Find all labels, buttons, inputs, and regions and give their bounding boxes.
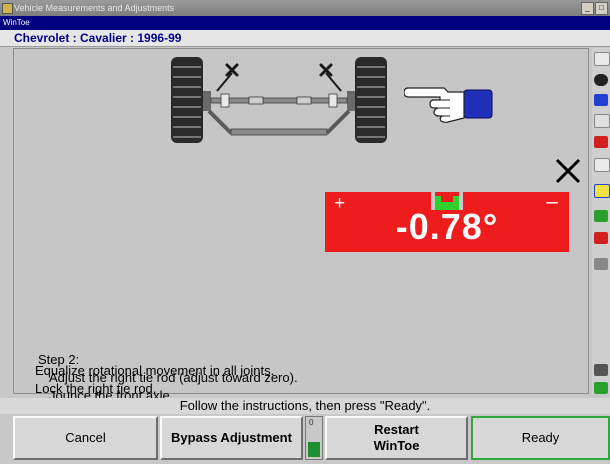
tool-icon[interactable] [594,364,608,376]
restart-wintoe-label: Restart WinToe [373,422,420,453]
maximize-button[interactable]: □ [595,2,608,15]
x-mark-icon [555,158,581,184]
tool-icon[interactable] [594,94,608,106]
tool-icon[interactable] [594,382,608,394]
ready-button[interactable]: Ready [471,416,610,460]
front-axle-diagram-icon [171,57,387,143]
toe-reading-value: -0.78° [395,206,499,247]
cancel-button[interactable]: Cancel [13,416,158,460]
progress-meter: 0 [305,416,323,460]
ready-button-label: Ready [521,430,560,445]
tool-icon[interactable] [594,184,610,198]
tool-icon[interactable] [594,136,608,148]
subwindow-title: WinToe [3,18,30,27]
window-title-bar: Vehicle Measurements and Adjustments _ □ [0,0,610,16]
instruction-panel: + – -0.78° Step 2: Adjust the right tie … [13,48,589,403]
window-controls: _ □ [581,2,608,15]
tool-icon[interactable] [594,158,610,172]
instruction-line: Equalize rotational movement in all join… [35,363,275,378]
minimize-button[interactable]: _ [581,2,594,15]
restart-wintoe-button[interactable]: Restart WinToe [325,416,468,460]
progress-scale-label: 0 [309,418,314,427]
pointing-hand-icon [404,87,493,123]
vehicle-label: Chevrolet : Cavalier : 1996-99 [0,30,610,47]
progress-fill [308,442,320,457]
window-title: Vehicle Measurements and Adjustments [14,3,175,13]
tool-icon[interactable] [594,114,610,128]
tool-icon[interactable] [594,210,608,222]
status-prompt: Follow the instructions, then press "Rea… [0,398,610,414]
bypass-adjustment-button[interactable]: Bypass Adjustment [160,416,303,460]
tool-icon[interactable] [594,232,608,244]
toe-reading-gauge: + – -0.78° [325,191,569,252]
tool-icon[interactable] [594,52,610,66]
instruction-line: Lock the right tie rod. [35,381,157,396]
subwindow-title-bar: WinToe [0,16,610,30]
tool-icon[interactable] [594,258,608,270]
bypass-adjustment-label: Bypass Adjustment [171,430,292,445]
app-icon [2,3,13,14]
cancel-button-label: Cancel [65,430,106,445]
tool-icon[interactable] [594,74,608,86]
tool-strip [592,48,610,394]
